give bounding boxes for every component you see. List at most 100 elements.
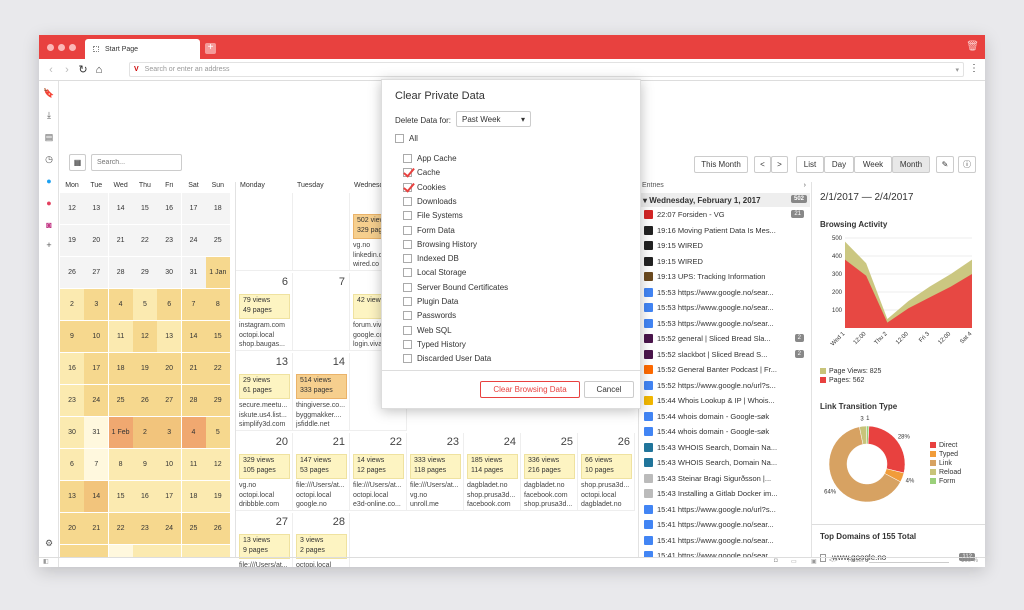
mini-calendar-day[interactable]: 19	[132, 353, 157, 385]
checkbox-file-systems[interactable]: File Systems	[403, 211, 463, 221]
site-link[interactable]: octopi.local	[239, 491, 294, 501]
mini-calendar-day[interactable]: 1 Feb	[108, 417, 133, 449]
entry-row[interactable]: 15:41 https://www.google.no/sear...	[639, 517, 810, 533]
entry-row[interactable]: 15:43 Steinar Bragi Sigurðsson |...	[639, 471, 810, 487]
mini-calendar-day[interactable]: 15	[205, 321, 230, 353]
mini-calendar-day[interactable]: 16	[132, 481, 157, 513]
mini-calendar-day[interactable]: 30	[157, 257, 182, 289]
checkbox-plugin-data[interactable]: Plugin Data	[403, 297, 458, 306]
mini-calendar-day[interactable]: 24	[181, 225, 206, 257]
mini-calendar-day[interactable]: 6	[157, 289, 182, 321]
entry-row[interactable]: 15:44 Whois Lookup & IP | Whois...	[639, 393, 810, 409]
checkbox-typed-history[interactable]: Typed History	[403, 339, 466, 349]
entry-row[interactable]: 19:15 WIRED	[639, 254, 810, 270]
checkbox[interactable]	[403, 254, 412, 264]
code-icon[interactable]: </>	[829, 558, 838, 564]
add-panel-icon[interactable]: +	[43, 239, 55, 251]
mini-calendar-day[interactable]: 31	[181, 257, 206, 289]
mini-calendar-day[interactable]: 5	[205, 545, 230, 557]
entry-row[interactable]: 15:43 WHOIS Search, Domain Na...	[639, 455, 810, 471]
site-link[interactable]: secure.meetu...	[239, 401, 294, 411]
mini-calendar-day[interactable]: 10	[157, 449, 182, 481]
checkbox[interactable]	[403, 168, 412, 178]
site-link[interactable]: vg.no	[239, 481, 294, 491]
checkbox[interactable]	[403, 196, 412, 206]
mini-calendar-day[interactable]: 12	[132, 321, 157, 353]
mini-calendar-day[interactable]: 8	[108, 449, 133, 481]
mini-calendar-day[interactable]: 25	[205, 225, 230, 257]
mini-calendar-day[interactable]: 2	[132, 417, 157, 449]
mini-calendar-day[interactable]: 27	[157, 385, 182, 417]
mini-calendar-day[interactable]: 22	[108, 513, 133, 545]
entry-row[interactable]: 19:13 UPS: Tracking Information	[639, 269, 810, 285]
mini-calendar-day[interactable]: 25	[108, 385, 133, 417]
checkbox-browsing-history[interactable]: Browsing History	[403, 239, 477, 249]
bookmark-icon[interactable]: 🔖	[43, 87, 55, 99]
checkbox-discarded-user-data[interactable]: Discarded User Data	[403, 354, 491, 364]
mini-calendar-day[interactable]: 4	[181, 545, 206, 557]
prev-button[interactable]: <	[754, 156, 771, 173]
checkbox-server-bound-certificates[interactable]: Server Bound Certificates	[403, 282, 508, 292]
entry-row[interactable]: 15:52 https://www.google.no/url?s...	[639, 378, 810, 394]
checkbox-cookies[interactable]: Cookies	[403, 182, 446, 192]
checkbox-web-sql[interactable]: Web SQL	[403, 325, 452, 335]
site-link[interactable]: octopi.local	[353, 491, 408, 501]
checkbox-app-cache[interactable]: App Cache	[403, 154, 457, 163]
tile-icon[interactable]: ▭	[791, 558, 797, 565]
checkbox[interactable]	[403, 282, 412, 292]
mini-calendar-day[interactable]: 28	[108, 257, 133, 289]
day-cell[interactable]: 14 514 views 333 pages thingiverse.co... byg…	[293, 353, 350, 431]
checkbox[interactable]	[403, 354, 412, 364]
day-cell[interactable]	[236, 193, 293, 271]
mini-calendar-day[interactable]: 11	[108, 321, 133, 353]
entry-row[interactable]: 15:52 General Banter Podcast | Fr...	[639, 362, 810, 378]
mini-calendar-day[interactable]: 20	[84, 225, 109, 257]
site-link[interactable]: octopi.local	[581, 491, 636, 501]
panel-toggle-icon[interactable]: ◧	[43, 558, 49, 565]
checkbox[interactable]	[395, 134, 404, 143]
forward-icon[interactable]: ›	[59, 64, 75, 76]
site-link[interactable]: shop.baugas...	[239, 340, 294, 350]
download-icon[interactable]: ⤓	[43, 109, 55, 121]
period-select[interactable]: Past Week ▾	[456, 111, 531, 127]
mini-calendar-day[interactable]: 25	[181, 513, 206, 545]
instagram-icon[interactable]: ◙	[43, 219, 55, 231]
mini-calendar-day[interactable]: 23	[60, 385, 84, 417]
brush-icon[interactable]: ✎	[936, 156, 954, 173]
history-search-input[interactable]	[91, 154, 182, 171]
mini-calendar-day[interactable]: 2	[132, 545, 157, 557]
checkbox-all[interactable]: All	[395, 134, 418, 143]
mini-calendar-day[interactable]: 30	[60, 417, 84, 449]
mini-calendar-day[interactable]: 24	[84, 385, 109, 417]
checkbox[interactable]	[403, 225, 412, 235]
mini-calendar-day[interactable]: 9	[132, 449, 157, 481]
twitter-icon[interactable]: ●	[43, 175, 55, 187]
site-link[interactable]: octopi.local	[296, 491, 351, 501]
back-icon[interactable]: ‹	[43, 64, 59, 76]
mini-calendar-day[interactable]: 1 Jan	[205, 257, 230, 289]
site-link[interactable]: file:///Users/at...	[296, 481, 351, 491]
mini-calendar-day[interactable]: 1 Mar	[108, 545, 133, 557]
mini-calendar-day[interactable]: 19	[205, 481, 230, 513]
day-cell[interactable]: 7	[293, 273, 350, 351]
mini-calendar-day[interactable]: 29	[132, 257, 157, 289]
reset-zoom-button[interactable]: Reset	[848, 558, 864, 564]
mini-calendar-day[interactable]: 15	[132, 193, 157, 225]
entry-row[interactable]: 15:41 https://www.google.no/sear...	[639, 548, 810, 557]
entries-day-header[interactable]: ▾ Wednesday, February 1, 2017 502	[639, 193, 810, 207]
mini-calendar-day[interactable]: 20	[157, 353, 182, 385]
site-link[interactable]: byggmakker....	[296, 411, 351, 421]
zoom-window-button[interactable]	[69, 44, 76, 51]
mini-calendar-day[interactable]: 24	[157, 513, 182, 545]
mini-calendar-day[interactable]: 28	[181, 385, 206, 417]
chevron-down-icon[interactable]: ▾	[955, 66, 959, 74]
mini-calendar-day[interactable]: 4	[181, 417, 206, 449]
menu-icon[interactable]: ⋮	[969, 63, 979, 74]
entry-row[interactable]: 22:07 Forsiden - VG 21	[639, 207, 810, 223]
day-cell[interactable]: 24 185 views 114 pages dagbladet.no shop.pru…	[464, 433, 521, 511]
mini-calendar-day[interactable]: 18	[108, 353, 133, 385]
site-link[interactable]: file:///Users/at...	[353, 481, 408, 491]
mini-calendar-day[interactable]: 26	[60, 257, 84, 289]
site-link[interactable]: vg.no	[410, 491, 465, 501]
notes-icon[interactable]: ▤	[43, 131, 55, 143]
